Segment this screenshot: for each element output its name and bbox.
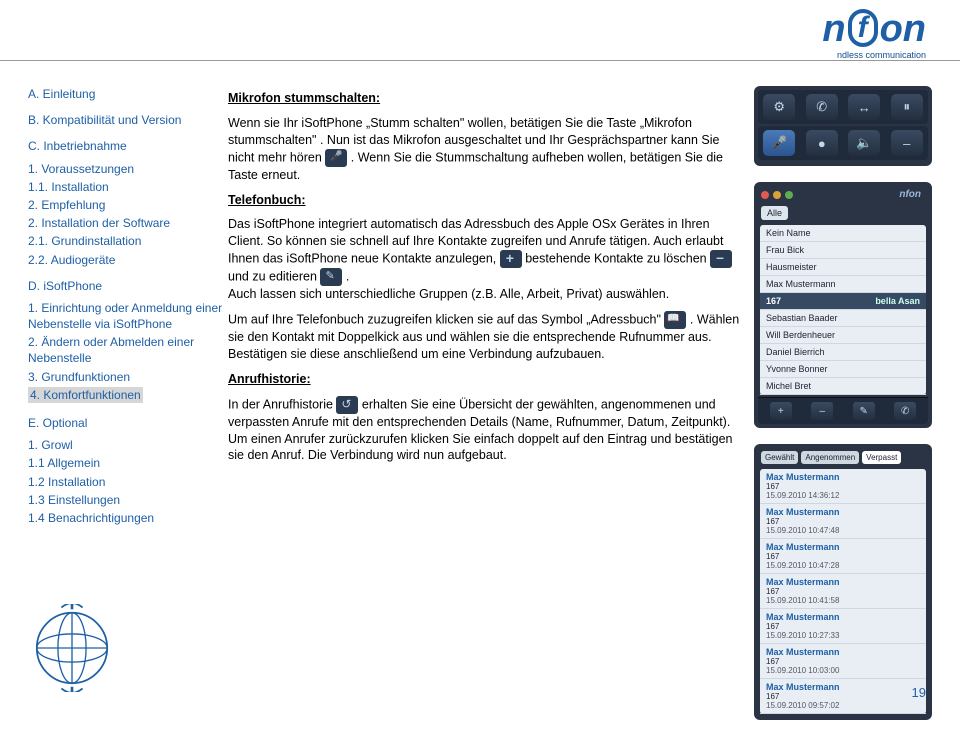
text-tel-1c: und zu editieren bbox=[228, 269, 320, 283]
tab-received: Angenommen bbox=[801, 451, 859, 464]
contact-row: Frau Bick bbox=[760, 242, 926, 259]
heading-mic: Mikrofon stummschalten: bbox=[228, 90, 740, 107]
toc-e-1-3[interactable]: 1.3 Einstellungen bbox=[28, 492, 228, 508]
addressbook-screenshot: nfon Alle Kein Name Frau Bick Hausmeiste… bbox=[754, 182, 932, 428]
footer-edit-icon: ✎ bbox=[853, 402, 875, 420]
contact-row: Kein Name bbox=[760, 225, 926, 242]
heading-history: Anrufhistorie: bbox=[228, 371, 740, 388]
toc-a[interactable]: A. Einleitung bbox=[28, 86, 228, 102]
zoom-dot-icon bbox=[785, 191, 793, 199]
text-tel-1d: . bbox=[346, 269, 349, 283]
dial-name: bella Asan bbox=[875, 296, 920, 306]
call-row: Max Mustermann16715.09.2010 10:41:58 bbox=[760, 574, 926, 609]
text-tel-1b: bestehende Kontakte zu löschen bbox=[525, 251, 710, 265]
para-tel-1: Das iSoftPhone integriert automatisch da… bbox=[228, 216, 740, 303]
toc-c-2[interactable]: 2. Empfehlung bbox=[28, 197, 228, 213]
minimize-dot-icon bbox=[773, 191, 781, 199]
call-row: Max Mustermann16715.09.2010 10:03:00 bbox=[760, 644, 926, 679]
contact-row: Daniel Bierrich bbox=[760, 344, 926, 361]
contact-row: Will Berdenheuer bbox=[760, 327, 926, 344]
call-history-icon bbox=[336, 396, 358, 414]
main-content: Mikrofon stummschalten: Wenn sie Ihr iSo… bbox=[228, 86, 754, 720]
toolbar-minus-icon: – bbox=[891, 130, 923, 156]
contact-row: Max Mustermann bbox=[760, 276, 926, 293]
toc-d-3[interactable]: 3. Grundfunktionen bbox=[28, 369, 228, 385]
toc-c-2b[interactable]: 2. Installation der Software bbox=[28, 215, 228, 231]
toolbar-screenshot: ⚙ ✆ ↔ ⏸ 🎤 ● 🔈 – bbox=[754, 86, 932, 166]
contact-list: Kein Name Frau Bick Hausmeister Max Must… bbox=[760, 225, 926, 395]
screenshots-column: ⚙ ✆ ↔ ⏸ 🎤 ● 🔈 – nfon Alle Kein Name bbox=[754, 86, 932, 720]
callhistory-screenshot: Gewählt Angenommen Verpasst Max Musterma… bbox=[754, 444, 932, 720]
para-mic: Wenn sie Ihr iSoftPhone „Stumm schalten"… bbox=[228, 115, 740, 184]
toc-d-4-selected[interactable]: 4. Komfortfunktionen bbox=[28, 387, 143, 403]
para-hist: In der Anrufhistorie erhalten Sie eine Ü… bbox=[228, 396, 740, 465]
toc-e-1[interactable]: 1. Growl bbox=[28, 437, 228, 453]
page-number: 19 bbox=[912, 685, 926, 700]
call-row: Max Mustermann16715.09.2010 10:47:48 bbox=[760, 504, 926, 539]
footer-add-icon: + bbox=[770, 402, 792, 420]
text-tel-1e: Auch lassen sich unterschiedliche Gruppe… bbox=[228, 287, 669, 301]
toc-d-1[interactable]: 1. Einrichtung oder Anmeldung einer Nebe… bbox=[28, 300, 228, 332]
toc-c-2-2[interactable]: 2.2. Audiogeräte bbox=[28, 252, 228, 268]
footer-call-icon: ✆ bbox=[894, 402, 916, 420]
dial-number: 167 bbox=[766, 296, 781, 306]
heading-phonebook: Telefonbuch: bbox=[228, 192, 740, 209]
para-tel-2: Um auf Ihre Telefonbuch zuzugreifen klic… bbox=[228, 311, 740, 363]
window-title: nfon bbox=[899, 189, 921, 200]
tab-dialed: Gewählt bbox=[761, 451, 798, 464]
brand-tagline: ndless communication bbox=[837, 50, 926, 60]
tab-missed: Verpasst bbox=[862, 451, 901, 464]
toc-e-1-4[interactable]: 1.4 Benachrichtigungen bbox=[28, 510, 228, 526]
text-tel-2a: Um auf Ihre Telefonbuch zuzugreifen klic… bbox=[228, 312, 664, 326]
toc-c-2-1[interactable]: 2.1. Grundinstallation bbox=[28, 233, 228, 249]
toolbar-volume-icon: 🔈 bbox=[848, 130, 880, 156]
globe-icon bbox=[28, 604, 116, 692]
call-list: Max Mustermann16715.09.2010 14:36:12 Max… bbox=[760, 469, 926, 714]
call-row: Max Mustermann16715.09.2010 10:27:33 bbox=[760, 609, 926, 644]
contact-row: Yvonne Bonner bbox=[760, 361, 926, 378]
call-row: Max Mustermann16715.09.2010 10:47:28 bbox=[760, 539, 926, 574]
dial-row: 167 bella Asan bbox=[760, 293, 926, 310]
add-contact-icon bbox=[500, 250, 522, 268]
toolbar-hold-icon: ⏸ bbox=[891, 94, 923, 120]
footer-del-icon: – bbox=[811, 402, 833, 420]
call-row: Max Mustermann16715.09.2010 09:57:02 bbox=[760, 679, 926, 714]
contact-row: Hausmeister bbox=[760, 259, 926, 276]
toc-c[interactable]: C. Inbetriebnahme bbox=[28, 138, 228, 154]
toc-e-1-1[interactable]: 1.1 Allgemein bbox=[28, 455, 228, 471]
text-hist-1a: In der Anrufhistorie bbox=[228, 397, 336, 411]
addressbook-icon bbox=[664, 311, 686, 329]
toolbar-transfer-icon: ↔ bbox=[848, 94, 880, 120]
toc-e-1-2[interactable]: 1.2 Installation bbox=[28, 474, 228, 490]
close-dot-icon bbox=[761, 191, 769, 199]
group-tab-all: Alle bbox=[761, 206, 788, 220]
toc-b[interactable]: B. Kompatibilität und Version bbox=[28, 112, 228, 128]
toc-e[interactable]: E. Optional bbox=[28, 415, 228, 431]
contact-row: Sebastian Baader bbox=[760, 310, 926, 327]
toolbar-voicemail-icon: ⚙ bbox=[763, 94, 795, 120]
toc-c-1[interactable]: 1. Voraussetzungen bbox=[28, 161, 228, 177]
toc-d[interactable]: D. iSoftPhone bbox=[28, 278, 228, 294]
toc-c-1-1[interactable]: 1.1. Installation bbox=[28, 179, 228, 195]
contact-row: Michel Bret bbox=[760, 378, 926, 395]
toolbar-handset-icon: ✆ bbox=[806, 94, 838, 120]
brand-logo: nfon ndless communication bbox=[822, 8, 926, 51]
toc-d-2[interactable]: 2. Ändern oder Abmelden einer Nebenstell… bbox=[28, 334, 228, 366]
header-divider bbox=[0, 60, 960, 61]
toolbar-mic-icon: 🎤 bbox=[763, 130, 795, 156]
delete-contact-icon bbox=[710, 250, 732, 268]
mic-mute-icon bbox=[325, 149, 347, 167]
toolbar-record-icon: ● bbox=[806, 130, 838, 156]
edit-contact-icon bbox=[320, 268, 342, 286]
call-row: Max Mustermann16715.09.2010 14:36:12 bbox=[760, 469, 926, 504]
